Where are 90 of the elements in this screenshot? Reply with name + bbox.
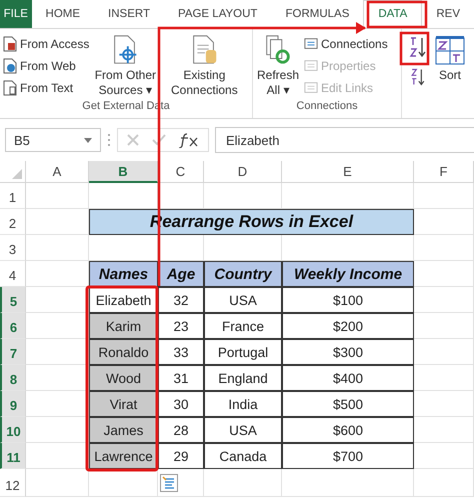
row-header[interactable]: 10 <box>0 417 26 443</box>
table-cell: Karim <box>89 313 158 339</box>
text-file-icon <box>3 80 17 96</box>
ribbon-button[interactable]: From Web <box>3 56 90 75</box>
table-cell: 31 <box>158 365 204 391</box>
ribbon-button[interactable]: From Text <box>3 78 90 97</box>
highlight-rectangle <box>400 32 430 66</box>
sort-button[interactable]: Sort <box>432 32 468 118</box>
column-heading: Weekly Income <box>282 261 414 287</box>
formula-input[interactable]: Elizabeth <box>215 127 474 153</box>
table-cell: India <box>204 391 282 417</box>
table-cell: 32 <box>158 287 204 313</box>
quick-analysis-icon[interactable] <box>160 474 178 492</box>
ribbon-tab[interactable]: INSERT <box>94 0 164 28</box>
name-box[interactable]: B5 <box>5 128 101 152</box>
ribbon-tab[interactable]: FORMULAS <box>271 0 364 28</box>
table-cell: $100 <box>282 287 414 313</box>
monitor-icon <box>304 36 318 52</box>
from-other-sources-button[interactable]: From Other Sources ▾ <box>93 32 158 100</box>
row-header[interactable]: 8 <box>0 365 26 391</box>
link-document-icon <box>304 80 318 96</box>
row-header[interactable]: 1 <box>0 183 26 209</box>
table-cell: $200 <box>282 313 414 339</box>
sort-ascending-icon[interactable] <box>408 35 428 59</box>
table-cell: Ronaldo <box>89 339 158 365</box>
refresh-all-button[interactable]: Refresh All ▾ <box>256 32 300 100</box>
enter-icon[interactable] <box>152 133 166 147</box>
table-cell: James <box>89 417 158 443</box>
table-cell: Elizabeth <box>89 287 158 313</box>
column-header[interactable]: E <box>282 161 414 183</box>
access-file-icon <box>3 36 17 52</box>
table-cell: $500 <box>282 391 414 417</box>
existing-connections-button[interactable]: Existing Connections <box>167 32 242 100</box>
table-cell: 29 <box>158 443 204 469</box>
highlight-rectangle <box>366 0 428 28</box>
column-heading: Names <box>89 261 158 287</box>
table-cell: 33 <box>158 339 204 365</box>
sort-grid-icon <box>435 34 465 66</box>
row-header[interactable]: 11 <box>0 443 26 469</box>
row-header[interactable]: 5 <box>0 287 26 313</box>
row-header[interactable]: 3 <box>0 235 26 261</box>
table-cell: 30 <box>158 391 204 417</box>
empty-cell[interactable] <box>158 469 204 497</box>
more-icon <box>107 133 111 147</box>
table-cell: Wood <box>89 365 158 391</box>
empty-cell[interactable] <box>414 235 474 261</box>
web-file-icon <box>3 58 17 74</box>
table-cell: France <box>204 313 282 339</box>
table-cell: England <box>204 365 282 391</box>
column-heading: Country <box>204 261 282 287</box>
corner-triangle-icon <box>12 169 22 179</box>
table-cell: 23 <box>158 313 204 339</box>
table-cell: $600 <box>282 417 414 443</box>
group-label: Connections <box>295 100 359 114</box>
table-cell: Canada <box>204 443 282 469</box>
table-cell: USA <box>204 417 282 443</box>
column-header[interactable]: B <box>89 161 158 183</box>
column-header[interactable]: C <box>158 161 204 183</box>
row-header[interactable]: 2 <box>0 209 26 235</box>
row-header[interactable]: 12 <box>0 469 26 497</box>
table-cell: 28 <box>158 417 204 443</box>
table-cell: Lawrence <box>89 443 158 469</box>
column-header[interactable]: D <box>204 161 282 183</box>
table-cell: $400 <box>282 365 414 391</box>
column-heading: Age <box>158 261 204 287</box>
ribbon-tab[interactable]: PAGE LAYOUT <box>164 0 272 28</box>
ribbon-button[interactable]: Connections <box>304 34 388 53</box>
list-icon <box>304 58 318 74</box>
select-all-corner[interactable] <box>0 161 26 183</box>
empty-cell[interactable] <box>26 235 89 261</box>
row-header[interactable]: 9 <box>0 391 26 417</box>
row-header[interactable]: 7 <box>0 339 26 365</box>
ribbon-tab[interactable]: REV <box>422 0 474 28</box>
table-cell: Portugal <box>204 339 282 365</box>
ribbon-button[interactable]: From Access <box>3 34 90 53</box>
table-cell: USA <box>204 287 282 313</box>
empty-cell[interactable] <box>414 183 474 209</box>
empty-cell[interactable] <box>414 469 474 497</box>
table-cell: $300 <box>282 339 414 365</box>
row-header[interactable]: 6 <box>0 313 26 339</box>
table-cell: $700 <box>282 443 414 469</box>
cancel-icon[interactable] <box>126 133 140 147</box>
empty-cell[interactable] <box>26 183 89 209</box>
file-tab[interactable]: FILE <box>0 0 32 28</box>
column-header[interactable]: F <box>414 161 474 183</box>
ribbon-tab[interactable]: HOME <box>32 0 94 28</box>
table-cell: Virat <box>89 391 158 417</box>
dropdown-icon <box>84 138 92 142</box>
empty-cell[interactable] <box>26 469 89 497</box>
insert-function-icon[interactable] <box>178 132 200 148</box>
